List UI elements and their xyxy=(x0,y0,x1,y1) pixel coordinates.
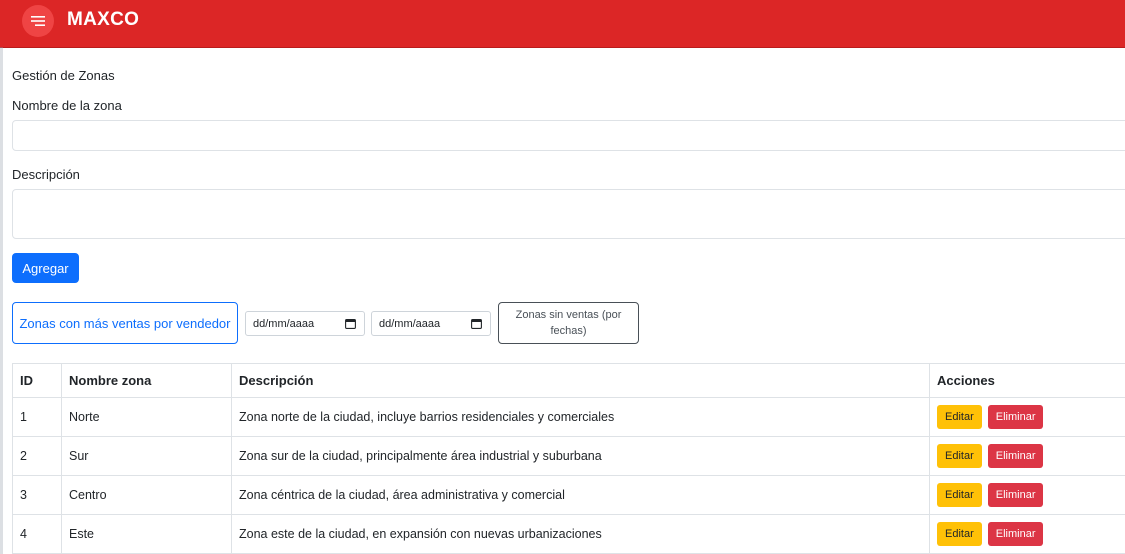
delete-button[interactable]: Eliminar xyxy=(987,522,1044,546)
sidebar-edge xyxy=(0,47,3,554)
delete-button[interactable]: Eliminar xyxy=(987,405,1044,429)
cell-id: 1 xyxy=(12,397,62,437)
cell-actions: Editar Eliminar xyxy=(929,475,1125,515)
menu-toggle-button[interactable] xyxy=(22,5,54,37)
table-row: 2 Sur Zona sur de la ciudad, principalme… xyxy=(12,436,1125,476)
header-id: ID xyxy=(12,363,62,398)
page-title: Gestión de Zonas xyxy=(12,68,115,83)
calendar-icon[interactable] xyxy=(471,318,482,329)
hamburger-menu-icon xyxy=(31,16,45,26)
header-description: Descripción xyxy=(231,363,930,398)
table-row: 3 Centro Zona céntrica de la ciudad, áre… xyxy=(12,475,1125,515)
cell-actions: Editar Eliminar xyxy=(929,397,1125,437)
header-actions: Acciones xyxy=(929,363,1125,398)
zones-table: ID Nombre zona Descripción Acciones 1 No… xyxy=(12,363,1125,554)
zones-without-sales-button[interactable]: Zonas sin ventas (por fechas) xyxy=(498,302,639,344)
cell-description: Zona este de la ciudad, en expansión con… xyxy=(231,514,930,554)
edit-button[interactable]: Editar xyxy=(937,483,982,507)
date-to-input[interactable]: dd/mm/aaaa xyxy=(371,311,491,336)
date-from-placeholder: dd/mm/aaaa xyxy=(253,317,315,330)
edit-button[interactable]: Editar xyxy=(937,444,982,468)
date-to-placeholder: dd/mm/aaaa xyxy=(379,317,441,330)
cell-actions: Editar Eliminar xyxy=(929,514,1125,554)
zone-name-input[interactable] xyxy=(12,120,1125,151)
table-row: 1 Norte Zona norte de la ciudad, incluye… xyxy=(12,397,1125,437)
cell-name: Este xyxy=(61,514,232,554)
cell-description: Zona norte de la ciudad, incluye barrios… xyxy=(231,397,930,437)
add-button[interactable]: Agregar xyxy=(12,253,79,283)
brand-title: MAXCO xyxy=(67,9,140,30)
table-header-row: ID Nombre zona Descripción Acciones xyxy=(12,363,1125,398)
cell-name: Norte xyxy=(61,397,232,437)
edit-button[interactable]: Editar xyxy=(937,405,982,429)
top-zones-by-seller-button[interactable]: Zonas con más ventas por vendedor xyxy=(12,302,238,344)
cell-actions: Editar Eliminar xyxy=(929,436,1125,476)
delete-button[interactable]: Eliminar xyxy=(987,444,1044,468)
top-navbar: MAXCO xyxy=(0,0,1125,48)
edit-button[interactable]: Editar xyxy=(937,522,982,546)
delete-button[interactable]: Eliminar xyxy=(987,483,1044,507)
cell-id: 3 xyxy=(12,475,62,515)
calendar-icon[interactable] xyxy=(345,318,356,329)
cell-id: 4 xyxy=(12,514,62,554)
description-label: Descripción xyxy=(12,167,80,182)
table-row: 4 Este Zona este de la ciudad, en expans… xyxy=(12,514,1125,554)
description-textarea[interactable] xyxy=(12,189,1125,239)
zone-name-label: Nombre de la zona xyxy=(12,98,122,113)
cell-name: Centro xyxy=(61,475,232,515)
header-name: Nombre zona xyxy=(61,363,232,398)
cell-description: Zona sur de la ciudad, principalmente ár… xyxy=(231,436,930,476)
cell-name: Sur xyxy=(61,436,232,476)
cell-id: 2 xyxy=(12,436,62,476)
cell-description: Zona céntrica de la ciudad, área adminis… xyxy=(231,475,930,515)
date-from-input[interactable]: dd/mm/aaaa xyxy=(245,311,365,336)
